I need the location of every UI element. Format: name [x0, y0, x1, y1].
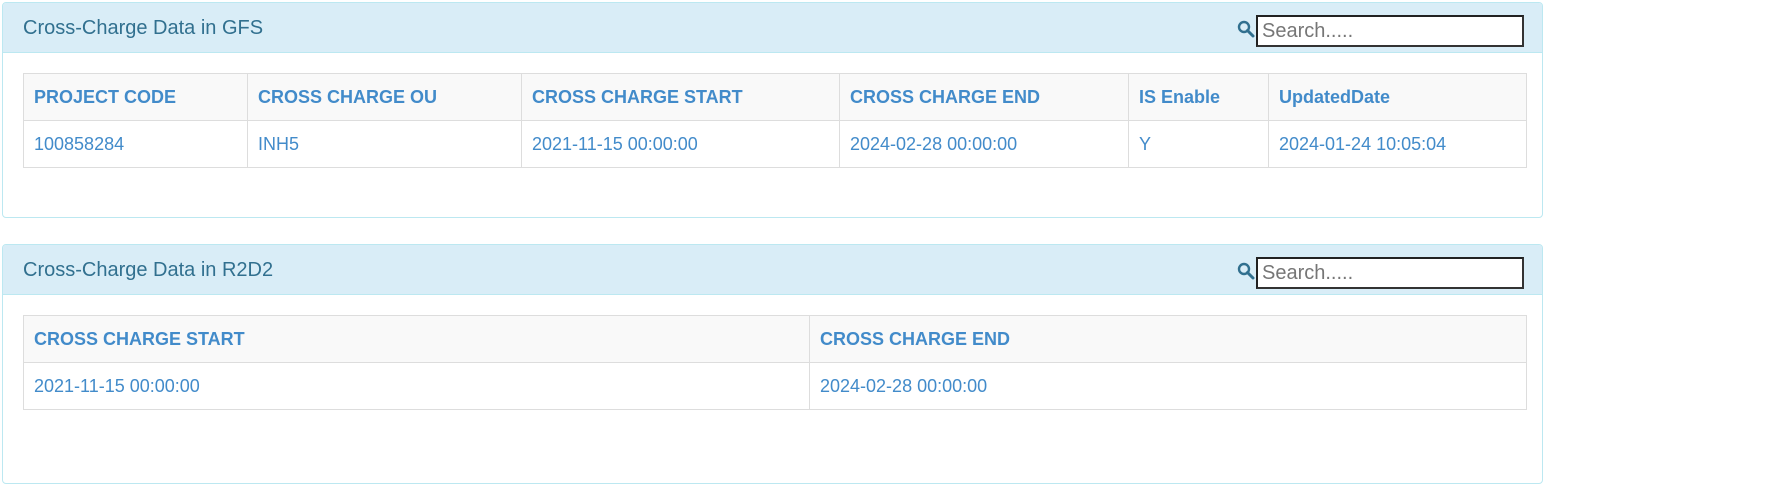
column-header-cross-charge-end[interactable]: CROSS CHARGE END — [809, 315, 1527, 363]
column-header-cross-charge-ou[interactable]: CROSS CHARGE OU — [247, 73, 522, 121]
r2d2-panel: Cross-Charge Data in R2D2 CROSS CHARGE S… — [2, 244, 1543, 484]
r2d2-search-input[interactable] — [1256, 257, 1524, 289]
r2d2-panel-title: Cross-Charge Data in R2D2 — [23, 259, 274, 281]
column-header-cross-charge-start[interactable]: CROSS CHARGE START — [521, 73, 840, 121]
gfs-search-input[interactable] — [1256, 15, 1524, 47]
gfs-table: PROJECT CODE CROSS CHARGE OU CROSS CHARG… — [23, 73, 1527, 168]
table-row: 100858284 INH5 2021-11-15 00:00:00 2024-… — [23, 120, 1527, 168]
cell-project-code: 100858284 — [23, 120, 248, 168]
cell-cross-charge-start: 2021-11-15 00:00:00 — [23, 362, 810, 410]
search-icon — [1237, 20, 1255, 38]
column-header-cross-charge-end[interactable]: CROSS CHARGE END — [839, 73, 1129, 121]
gfs-panel: Cross-Charge Data in GFS PROJECT CODE CR… — [2, 2, 1543, 218]
search-icon — [1237, 262, 1255, 280]
column-header-project-code[interactable]: PROJECT CODE — [23, 73, 248, 121]
r2d2-panel-heading: Cross-Charge Data in R2D2 — [3, 245, 1542, 295]
table-row: 2021-11-15 00:00:00 2024-02-28 00:00:00 — [23, 362, 1527, 410]
gfs-search-wrap — [1237, 15, 1524, 47]
column-header-is-enable[interactable]: IS Enable — [1128, 73, 1269, 121]
r2d2-search-wrap — [1237, 257, 1524, 289]
cell-updated-date: 2024-01-24 10:05:04 — [1268, 120, 1527, 168]
cell-cross-charge-start: 2021-11-15 00:00:00 — [521, 120, 840, 168]
cell-cross-charge-end: 2024-02-28 00:00:00 — [809, 362, 1527, 410]
r2d2-table: CROSS CHARGE START CROSS CHARGE END 2021… — [23, 315, 1527, 410]
cell-is-enable: Y — [1128, 120, 1269, 168]
column-header-updated-date[interactable]: UpdatedDate — [1268, 73, 1527, 121]
gfs-panel-title: Cross-Charge Data in GFS — [23, 17, 264, 39]
cell-cross-charge-ou: INH5 — [247, 120, 522, 168]
gfs-panel-heading: Cross-Charge Data in GFS — [3, 3, 1542, 53]
gfs-table-header-row: PROJECT CODE CROSS CHARGE OU CROSS CHARG… — [23, 73, 1527, 121]
cell-cross-charge-end: 2024-02-28 00:00:00 — [839, 120, 1129, 168]
r2d2-table-header-row: CROSS CHARGE START CROSS CHARGE END — [23, 315, 1527, 363]
column-header-cross-charge-start[interactable]: CROSS CHARGE START — [23, 315, 810, 363]
